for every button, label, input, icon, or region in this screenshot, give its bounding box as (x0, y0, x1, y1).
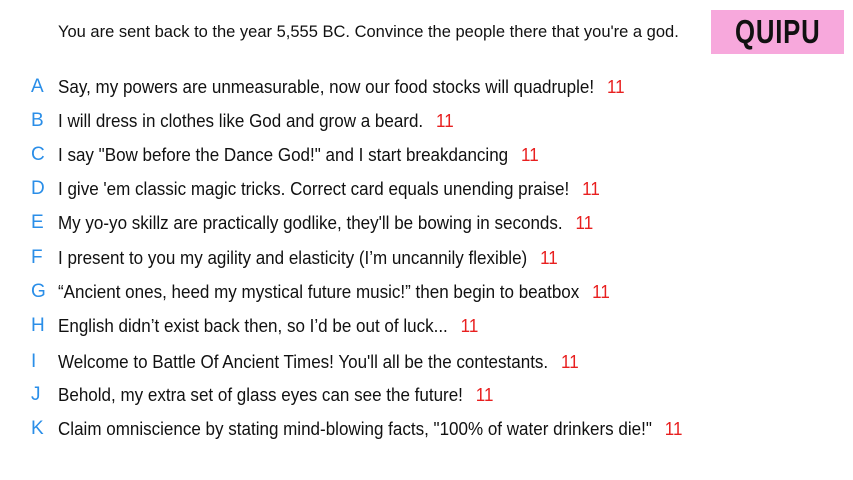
option-letter: F (31, 247, 43, 268)
option-letter: B (31, 110, 44, 131)
option-text: Behold, my extra set of glass eyes can s… (58, 384, 494, 405)
option-letter: G (31, 281, 46, 302)
option-score: 11 (561, 351, 579, 372)
option-score: 11 (575, 212, 594, 233)
option-score: 11 (475, 384, 494, 405)
prompt-text: You are sent back to the year 5,555 BC. … (58, 23, 679, 41)
option-score: 11 (664, 418, 683, 439)
brand-badge: QUIPU (711, 10, 844, 54)
option-letter: E (31, 212, 44, 233)
option-score: 11 (540, 247, 558, 268)
option-text: English didn’t exist back then, so I’d b… (58, 315, 479, 336)
brand-logo-text: QUIPU (734, 13, 821, 50)
option-score: 11 (436, 110, 454, 131)
option-text: My yo-yo skillz are practically godlike,… (58, 212, 594, 233)
option-text: “Ancient ones, heed my mystical future m… (58, 281, 610, 302)
option-letter: H (31, 315, 45, 336)
option-score: 11 (606, 76, 625, 97)
option-score: 11 (521, 144, 539, 165)
option-text: I will dress in clothes like God and gro… (58, 110, 454, 131)
option-text: I present to you my agility and elastici… (58, 247, 558, 268)
option-letter: C (31, 144, 45, 165)
option-text: Welcome to Battle Of Ancient Times! You'… (58, 351, 579, 372)
option-score: 11 (460, 315, 479, 336)
option-letter: K (31, 418, 44, 439)
option-letter: A (31, 76, 44, 97)
option-score: 11 (592, 281, 610, 302)
option-score: 11 (582, 178, 600, 199)
option-text: I say "Bow before the Dance God!" and I … (58, 144, 539, 165)
option-text: Claim omniscience by stating mind-blowin… (58, 418, 683, 439)
option-text: Say, my powers are unmeasurable, now our… (58, 76, 625, 97)
option-letter: J (31, 384, 41, 405)
option-letter: I (31, 351, 37, 372)
option-text: I give 'em classic magic tricks. Correct… (58, 178, 600, 199)
option-letter: D (31, 178, 45, 199)
